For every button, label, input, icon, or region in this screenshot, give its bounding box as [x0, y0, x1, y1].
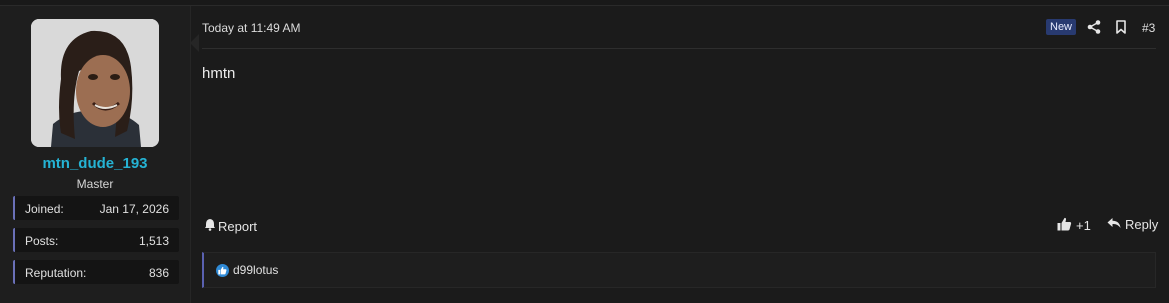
report-button[interactable]: Report [204, 218, 257, 234]
post-message: hmtn [202, 65, 236, 82]
reactions-bar: d99lotus [202, 252, 1156, 288]
username-link[interactable]: mtn_dude_193 [0, 155, 190, 172]
thumbs-up-icon [1057, 217, 1072, 234]
reply-arrow-icon [1107, 217, 1121, 232]
share-icon[interactable] [1086, 19, 1102, 35]
reply-button[interactable]: Reply [1107, 217, 1158, 232]
stat-label: Posts: [25, 234, 59, 248]
stat-value: 836 [148, 266, 169, 280]
post-timestamp[interactable]: Today at 11:49 AM [202, 21, 301, 35]
new-badge: New [1046, 19, 1077, 35]
report-label: Report [218, 218, 258, 234]
stat-value[interactable]: 1,513 [139, 234, 169, 248]
reaction-users-link[interactable]: d99lotus [233, 263, 278, 277]
avatar[interactable] [31, 19, 159, 147]
like-count: +1 [1076, 218, 1091, 233]
post-container: mtn_dude_193 Master Joined: Jan 17, 2026… [0, 5, 1169, 303]
stat-label: Reputation: [25, 266, 87, 280]
stat-value: Jan 17, 2026 [99, 202, 169, 216]
like-reaction-icon [216, 263, 229, 277]
reply-label: Reply [1125, 217, 1159, 232]
stat-posts: Posts: 1,513 [13, 228, 179, 252]
post-number-link[interactable]: #3 [1142, 21, 1155, 35]
like-button[interactable]: +1 [1057, 217, 1091, 234]
bookmark-icon[interactable] [1113, 19, 1129, 35]
avatar-image [31, 19, 159, 147]
post-main: Today at 11:49 AM New #3 hmtn Report +1 … [191, 6, 1169, 303]
stat-reputation: Reputation: 836 [13, 260, 179, 284]
bell-icon [204, 218, 216, 234]
stat-joined: Joined: Jan 17, 2026 [13, 196, 179, 220]
stat-label: Joined: [25, 202, 64, 216]
user-info-column: mtn_dude_193 Master Joined: Jan 17, 2026… [0, 6, 191, 303]
post-header-divider [202, 48, 1156, 49]
user-title: Master [76, 177, 114, 191]
